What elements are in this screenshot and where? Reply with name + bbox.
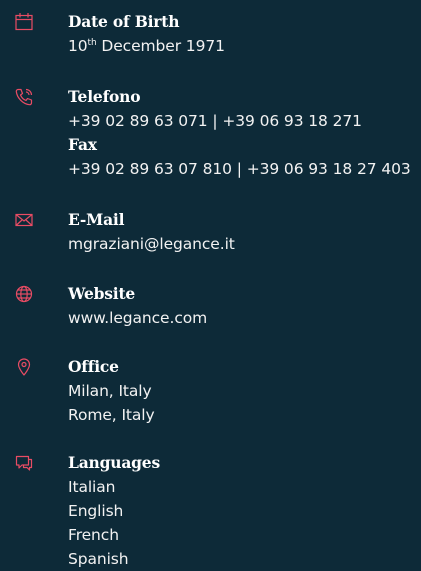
globe-icon: [14, 284, 34, 304]
fax-label: Fax: [68, 135, 97, 154]
email-content: E-Mail mgraziani@legance.it: [68, 208, 421, 256]
birth-day: 10: [68, 37, 88, 55]
birth-day-suffix: th: [87, 37, 97, 48]
language-item: Spanish: [68, 550, 129, 568]
website-label: Website: [68, 284, 136, 303]
birth-value: 10th December 1971: [68, 34, 421, 58]
languages-label: Languages: [68, 453, 160, 472]
language-item: English: [68, 502, 124, 520]
location-pin-icon: [14, 357, 34, 377]
birth-label: Date of Birth: [68, 12, 180, 31]
office-item: Rome, Italy: [68, 406, 155, 424]
office-content: Office Milan, Italy Rome, Italy: [68, 355, 421, 427]
phone-label: Telefono: [68, 87, 141, 106]
phone-icon: [14, 87, 34, 107]
language-item: French: [68, 526, 119, 544]
website-content: Website www.legance.com: [68, 282, 421, 330]
website-value[interactable]: www.legance.com: [68, 306, 421, 330]
email-label: E-Mail: [68, 210, 125, 229]
birth-content: Date of Birth 10th December 1971: [68, 10, 421, 58]
email-value[interactable]: mgraziani@legance.it: [68, 232, 421, 256]
phone-value[interactable]: +39 02 89 63 071 | +39 06 93 18 271: [68, 109, 421, 133]
fax-value: +39 02 89 63 07 810 | +39 06 93 18 27 40…: [68, 160, 411, 178]
language-item: Italian: [68, 478, 116, 496]
languages-content: Languages Italian English French Spanish: [68, 451, 421, 571]
phone-content: Telefono +39 02 89 63 071 | +39 06 93 18…: [68, 85, 421, 181]
office-label: Office: [68, 357, 119, 376]
calendar-icon: [14, 12, 34, 32]
birth-rest: December 1971: [96, 37, 225, 55]
mail-icon: [14, 210, 34, 230]
office-item: Milan, Italy: [68, 382, 152, 400]
chat-bubble-icon: [14, 453, 34, 473]
